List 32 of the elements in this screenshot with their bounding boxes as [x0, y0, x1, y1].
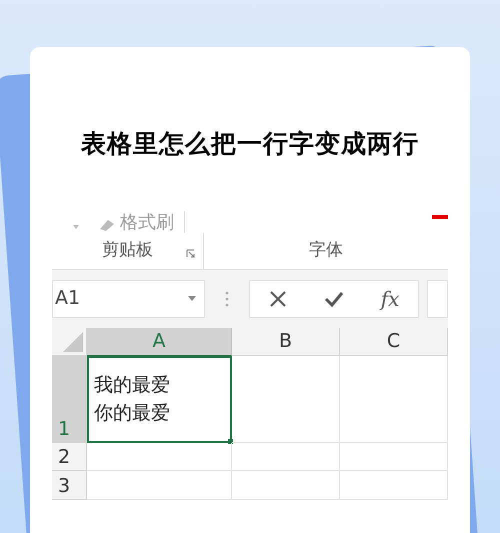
- dropdown-icon[interactable]: [188, 296, 196, 301]
- table-cell[interactable]: [87, 442, 232, 470]
- table-cell[interactable]: [340, 470, 448, 500]
- column-header[interactable]: C: [340, 328, 448, 356]
- table-cell[interactable]: [340, 356, 448, 442]
- formula-input-field[interactable]: [427, 280, 448, 318]
- table-cell[interactable]: [340, 442, 448, 470]
- dialog-launcher-icon[interactable]: [186, 248, 195, 258]
- check-icon[interactable]: [324, 290, 344, 306]
- column-header[interactable]: A: [87, 328, 232, 356]
- close-icon[interactable]: [268, 290, 287, 308]
- cell-text: 我的最爱: [94, 373, 170, 398]
- font-color-swatch: [432, 214, 448, 218]
- table-cell[interactable]: 我的最爱 你的最爱: [87, 356, 232, 442]
- drag-handle-icon[interactable]: [225, 290, 229, 306]
- ribbon-group-label: 剪贴板: [102, 238, 153, 262]
- column-header[interactable]: B: [232, 328, 340, 356]
- table-cell[interactable]: [87, 470, 232, 500]
- table-cell[interactable]: [232, 442, 340, 470]
- row-header[interactable]: 1: [52, 356, 87, 442]
- fill-handle[interactable]: [228, 438, 233, 444]
- ribbon-group-label: 字体: [309, 238, 343, 262]
- caret-icon: [72, 224, 80, 230]
- row-header[interactable]: 3: [52, 470, 87, 500]
- insert-function-button[interactable]: fx: [380, 284, 400, 314]
- table-cell[interactable]: [232, 356, 340, 442]
- cell-text: 你的最爱: [94, 401, 170, 426]
- select-all-corner-icon[interactable]: [63, 332, 83, 352]
- title: 表格里怎么把一行字变成两行: [81, 128, 419, 160]
- table-cell[interactable]: [232, 470, 340, 500]
- name-box[interactable]: A1: [52, 280, 205, 318]
- row-header[interactable]: 2: [52, 442, 87, 470]
